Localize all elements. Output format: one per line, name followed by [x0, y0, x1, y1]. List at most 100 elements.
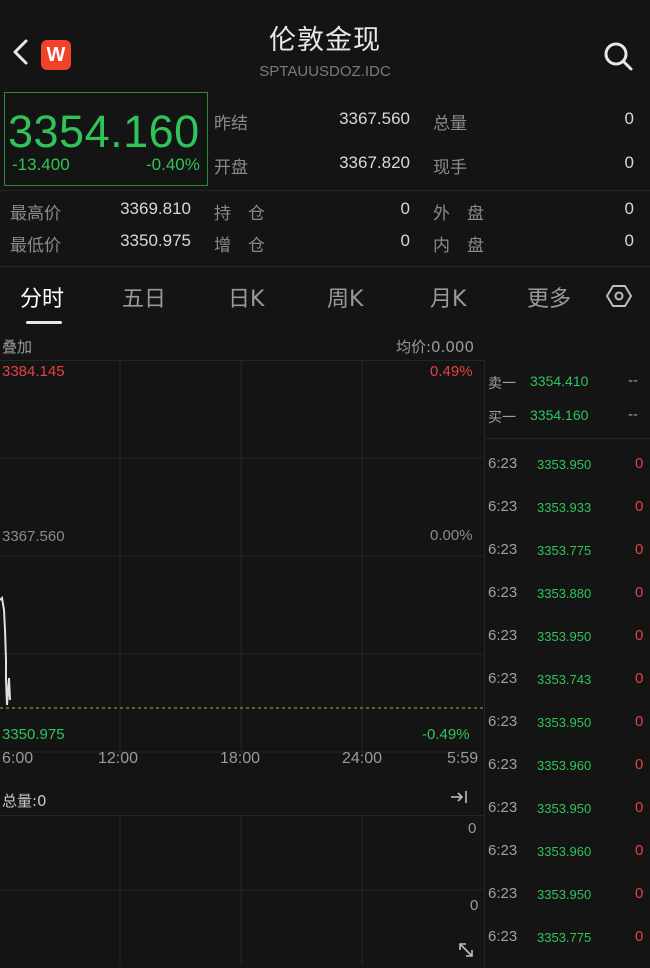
price-line	[0, 595, 11, 706]
tick-time: 6:23	[488, 498, 518, 515]
price-change: -13.400	[12, 155, 70, 174]
tick-time: 6:23	[488, 670, 518, 687]
tick-volume: 0	[635, 627, 644, 644]
tab-daily-k[interactable]: 日K	[228, 281, 264, 313]
prev-settle-label: 昨结	[214, 114, 248, 134]
overlay-button[interactable]: 叠加	[2, 336, 32, 357]
volume-chart	[0, 815, 484, 965]
tick-time: 6:23	[488, 627, 518, 644]
prev-settle-value: 3367.560	[339, 109, 410, 128]
outer-volume-label: 外 盘	[433, 204, 484, 224]
tick-price: 3353.950	[537, 629, 592, 644]
current-hand-label: 现手	[433, 158, 467, 178]
volume-axis-label: 0	[470, 897, 479, 914]
tick-volume: 0	[635, 928, 644, 945]
instrument-code: SPTAUUSDOZ.IDC	[259, 63, 391, 80]
tick-price: 3353.950	[537, 887, 592, 902]
divider	[0, 266, 650, 267]
volume-label: 总量:0	[2, 792, 47, 810]
tick-price: 3353.880	[537, 586, 592, 601]
pct-mid-label: 0.00%	[430, 527, 473, 544]
sell-one-price: 3354.410	[530, 373, 589, 389]
tick-time: 6:23	[488, 842, 518, 859]
x-axis-label: 12:00	[98, 750, 139, 767]
divider	[0, 190, 650, 191]
pct-low-label: -0.49%	[422, 726, 470, 743]
open-interest-value: 0	[400, 199, 410, 218]
y-high-label: 3384.145	[2, 363, 65, 380]
tab-intraday[interactable]: 分时	[20, 281, 64, 313]
low-value: 3350.975	[120, 231, 191, 250]
volume-axis-label: 0	[468, 820, 477, 837]
tick-price: 3353.950	[537, 801, 592, 816]
tick-volume: 0	[635, 756, 644, 773]
buy-one-label: 买一	[488, 410, 516, 426]
open-label: 开盘	[214, 158, 248, 178]
outer-volume-value: 0	[624, 199, 634, 218]
buy-one-volume: --	[628, 407, 639, 423]
tick-volume: 0	[635, 799, 644, 816]
tick-price: 3353.950	[537, 715, 592, 730]
open-value: 3367.820	[339, 153, 410, 172]
inner-volume-value: 0	[624, 231, 634, 250]
tick-volume: 0	[635, 670, 644, 687]
tab-monthly-k[interactable]: 月K	[430, 281, 466, 313]
tick-volume: 0	[635, 455, 644, 472]
tab-weekly-k[interactable]: 周K	[327, 281, 363, 313]
intraday-chart[interactable]	[0, 360, 484, 780]
tick-time: 6:23	[488, 928, 518, 945]
price-change-pct: -0.40%	[146, 155, 200, 174]
current-price: 3354.160	[8, 106, 200, 157]
chart-grid	[0, 360, 484, 753]
collapse-arrow-icon[interactable]	[448, 787, 470, 807]
tick-volume: 0	[635, 713, 644, 730]
tick-price: 3353.960	[537, 844, 592, 859]
tick-time: 6:23	[488, 799, 518, 816]
y-low-label: 3350.975	[2, 726, 65, 743]
tick-volume: 0	[635, 842, 644, 859]
total-volume-label: 总量	[433, 114, 467, 134]
tick-time: 6:23	[488, 756, 518, 773]
tick-price: 3353.775	[537, 543, 592, 558]
tick-volume: 0	[635, 584, 644, 601]
tick-time: 6:23	[488, 584, 518, 601]
page-title: 伦敦金现	[269, 25, 381, 56]
sell-one-volume: --	[628, 373, 639, 389]
divider	[486, 438, 650, 439]
average-price: 均价:0.000	[396, 338, 474, 356]
interest-change-value: 0	[400, 231, 410, 250]
tick-price: 3353.933	[537, 500, 592, 515]
tick-volume: 0	[635, 541, 644, 558]
tick-time: 6:23	[488, 713, 518, 730]
open-interest-label: 持 仓	[214, 204, 265, 224]
total-volume-value: 0	[624, 109, 634, 128]
tick-time: 6:23	[488, 541, 518, 558]
sell-one-label: 卖一	[488, 376, 516, 392]
current-hand-value: 0	[624, 153, 634, 172]
x-axis-label: 5:59	[447, 750, 479, 767]
interest-change-label: 增 仓	[214, 236, 265, 256]
inner-volume-label: 内 盘	[433, 236, 484, 256]
tick-volume: 0	[635, 498, 644, 515]
tick-time: 6:23	[488, 885, 518, 902]
y-mid-label: 3367.560	[2, 528, 65, 545]
buy-one-price: 3354.160	[530, 407, 589, 423]
x-axis-label: 24:00	[342, 750, 383, 767]
order-book-panel	[484, 360, 650, 968]
tab-five-day[interactable]: 五日	[122, 281, 166, 313]
search-icon[interactable]	[602, 40, 634, 72]
pct-high-label: 0.49%	[430, 363, 473, 380]
tab-more[interactable]: 更多	[527, 281, 571, 313]
tick-price: 3353.960	[537, 758, 592, 773]
settings-icon[interactable]	[606, 284, 632, 308]
fullscreen-icon[interactable]	[456, 940, 476, 960]
x-axis-label: 18:00	[220, 750, 261, 767]
header: W 伦敦金现 SPTAUUSDOZ.IDC	[0, 0, 650, 90]
tick-time: 6:23	[488, 455, 518, 472]
x-axis-label: 6:00	[2, 750, 34, 767]
high-label: 最高价	[10, 204, 61, 224]
tick-price: 3353.743	[537, 672, 592, 687]
low-label: 最低价	[10, 236, 61, 256]
tick-volume: 0	[635, 885, 644, 902]
high-value: 3369.810	[120, 199, 191, 218]
